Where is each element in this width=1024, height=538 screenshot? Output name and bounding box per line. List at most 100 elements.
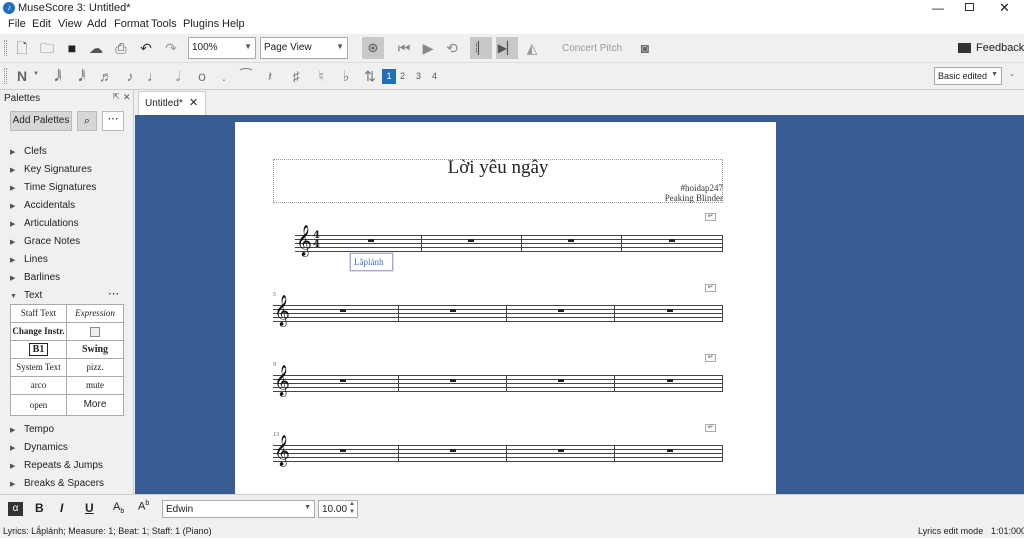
palette-item-breaks-spacers[interactable]: ▶ Breaks & Spacers (10, 478, 104, 489)
maximize-icon[interactable] (965, 3, 974, 11)
close-icon[interactable]: ✕ (189, 96, 198, 109)
score-title[interactable]: Lời yêu ngây (273, 157, 723, 179)
line-break-icon[interactable]: ↵ (705, 213, 716, 221)
undock-icon[interactable]: ⇱ (113, 92, 120, 101)
italic-icon[interactable]: I (60, 501, 63, 515)
whole-rest-icon[interactable] (558, 309, 564, 312)
quarter-note-icon[interactable]: ♩ (144, 66, 164, 86)
whole-rest-icon[interactable] (450, 449, 456, 452)
palette-cell-change-instr[interactable]: Change Instr. (10, 322, 67, 341)
underline-icon[interactable]: U (85, 501, 94, 515)
half-note-icon[interactable]: 𝅗𝅥 (168, 66, 188, 86)
menu-format[interactable]: Format (114, 18, 149, 30)
note-input-mode-icon[interactable]: N (12, 66, 32, 86)
chevron-down-icon[interactable]: ▼ (33, 71, 39, 77)
palette-item-repeats-jumps[interactable]: ▶ Repeats & Jumps (10, 460, 103, 471)
line-break-icon[interactable]: ↵ (705, 354, 716, 362)
font-family-combo[interactable]: Edwin ▼ (162, 500, 315, 518)
augmentation-dot-icon[interactable]: . (214, 66, 234, 86)
whole-rest-icon[interactable] (340, 449, 346, 452)
text-palette-menu-icon[interactable]: ⋯ (108, 287, 119, 300)
score-subtitle[interactable]: #hoidap247 (273, 183, 724, 193)
sixtyfourth-note-icon[interactable]: 𝅘𝅥𝅲 (48, 66, 68, 86)
search-icon[interactable]: ⌕ (77, 111, 97, 131)
palette-cell-staff-text[interactable]: Staff Text (10, 304, 67, 323)
whole-rest-icon[interactable] (450, 309, 456, 312)
superscript-icon[interactable]: Ab (138, 500, 149, 513)
palette-item-accidentals[interactable]: ▶ Accidentals (10, 200, 75, 211)
palette-item-dynamics[interactable]: ▶ Dynamics (10, 442, 68, 453)
palette-item-time-signatures[interactable]: ▶ Time Signatures (10, 182, 96, 193)
treble-clef-icon[interactable]: 𝄞 (274, 365, 290, 397)
sharp-icon[interactable]: ♯ (286, 66, 306, 86)
whole-note-icon[interactable]: o (192, 66, 212, 86)
menu-view[interactable]: View (58, 18, 82, 30)
whole-rest-icon[interactable] (468, 239, 474, 242)
palette-item-grace-notes[interactable]: ▶ Grace Notes (10, 236, 80, 247)
new-score-icon[interactable]: 🗋 (12, 38, 32, 58)
concert-pitch-button[interactable]: Concert Pitch (562, 43, 622, 54)
score-tab[interactable]: Untitled* ✕ (138, 91, 206, 115)
palette-item-tempo[interactable]: ▶ Tempo (10, 424, 54, 435)
palette-cell-expression[interactable]: Expression (66, 304, 124, 323)
palette-item-key-signatures[interactable]: ▶ Key Signatures (10, 164, 92, 175)
score-canvas[interactable]: Lời yêu ngây #hoidap247 Peaking Blinder … (135, 115, 1024, 494)
natural-icon[interactable]: ♮ (311, 66, 331, 86)
palette-cell-pizz[interactable]: pizz. (66, 358, 124, 377)
score-page[interactable]: Lời yêu ngây #hoidap247 Peaking Blinder … (235, 122, 776, 494)
eighth-note-icon[interactable]: ♪ (120, 66, 140, 86)
score-composer[interactable]: Peaking Blinder (273, 193, 723, 203)
play-icon[interactable]: ▶ (418, 38, 438, 58)
subscript-icon[interactable]: Ab (113, 501, 124, 515)
spin-up-icon[interactable]: ▲ (349, 501, 355, 507)
whole-rest-icon[interactable] (558, 379, 564, 382)
close-icon[interactable]: ✕ (123, 92, 131, 103)
save-online-icon[interactable]: ☁ (86, 38, 106, 58)
treble-clef-icon[interactable]: 𝄞 (274, 295, 290, 327)
flat-icon[interactable]: ♭ (336, 66, 356, 86)
pan-score-button[interactable]: ▶▏ (496, 37, 518, 59)
whole-rest-icon[interactable] (667, 309, 673, 312)
rewind-icon[interactable]: ⏮ (394, 38, 414, 58)
palette-cell-open[interactable]: open (10, 394, 67, 416)
spin-down-icon[interactable]: ▼ (349, 509, 355, 515)
open-icon[interactable]: 🗀 (37, 38, 57, 58)
undo-icon[interactable]: ↶ (136, 38, 156, 58)
palette-cell-mute[interactable]: mute (66, 376, 124, 395)
workspace-combo[interactable]: Basic edited ▼ (934, 67, 1002, 85)
add-palettes-button[interactable]: Add Palettes (10, 111, 72, 131)
palette-item-clefs[interactable]: ▶ Clefs (10, 146, 47, 157)
line-break-icon[interactable]: ↵ (705, 424, 716, 432)
sixteenth-note-icon[interactable]: ♬ (96, 66, 116, 86)
voice-4-button[interactable]: 4 (432, 71, 437, 81)
menu-tools[interactable]: Tools (151, 18, 177, 30)
zoom-combo[interactable]: 100% ▼ (188, 37, 256, 59)
rest-icon[interactable]: 𝄽 (260, 66, 280, 86)
menu-plugins[interactable]: Plugins (183, 18, 219, 30)
thirtysecond-note-icon[interactable]: 𝅘𝅥𝅱 (72, 66, 92, 86)
menu-edit[interactable]: Edit (32, 18, 51, 30)
font-size-spinbox[interactable]: 10.00 ▲ ▼ (318, 500, 358, 518)
voice-3-button[interactable]: 3 (416, 71, 421, 81)
whole-rest-icon[interactable] (558, 449, 564, 452)
lyric-edit-box[interactable]: Lắplánh (350, 253, 393, 271)
view-mode-combo[interactable]: Page View ▼ (260, 37, 348, 59)
whole-rest-icon[interactable] (340, 309, 346, 312)
palette-cell-system-text[interactable]: System Text (10, 358, 67, 377)
menu-file[interactable]: File (8, 18, 26, 30)
bold-icon[interactable]: B (35, 501, 44, 515)
whole-rest-icon[interactable] (368, 239, 374, 242)
metronome-icon[interactable]: ◭ (522, 38, 542, 58)
tie-icon[interactable]: ⁀ (236, 66, 256, 86)
palette-cell-rehearsal-mark[interactable]: B1 (10, 340, 67, 359)
treble-clef-icon[interactable]: 𝄞 (296, 225, 312, 257)
palette-more-button[interactable]: More (66, 394, 124, 416)
menu-add[interactable]: Add (87, 18, 107, 30)
feedback-button[interactable]: Feedback (976, 42, 1024, 54)
whole-rest-icon[interactable] (667, 379, 673, 382)
whole-rest-icon[interactable] (340, 379, 346, 382)
menu-help[interactable]: Help (222, 18, 245, 30)
palette-cell-arco[interactable]: arco (10, 376, 67, 395)
time-signature-bottom[interactable]: 4 (313, 239, 320, 250)
whole-rest-icon[interactable] (669, 239, 675, 242)
